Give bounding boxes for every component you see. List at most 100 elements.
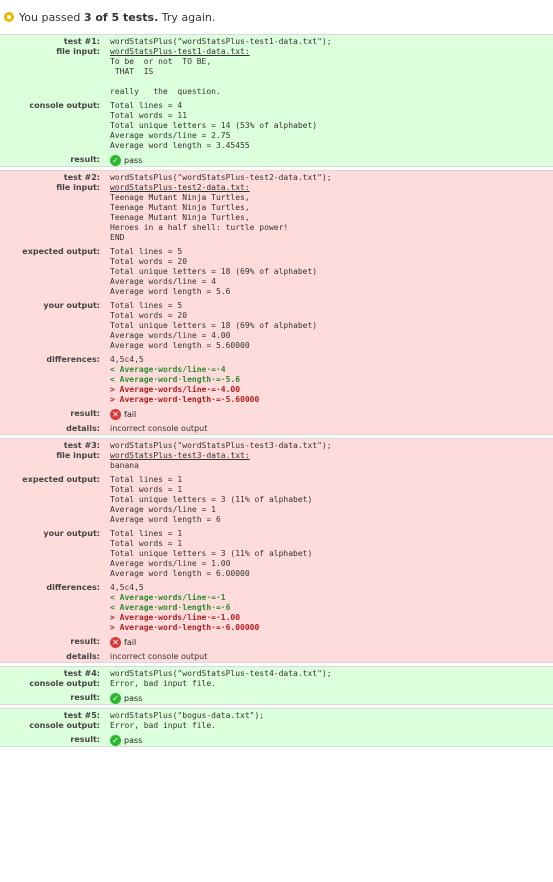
diff-header: 4,5c4,5 xyxy=(110,355,144,364)
test-row: expected output: Total lines = 5 Total wo… xyxy=(0,247,553,297)
test-call: wordStatsPlus("wordStatsPlus-test1-data.… xyxy=(110,37,332,46)
row-value: Total lines = 5 Total words = 20 Total u… xyxy=(110,247,553,297)
file-name-link[interactable]: wordStatsPlus-test2-data.txt: xyxy=(110,183,553,193)
row-value: wordStatsPlus("wordStatsPlus-test1-data.… xyxy=(110,37,553,47)
diff-line-expected: < Average·words/line·=·1 xyxy=(110,593,226,602)
row-value: incorrect console output xyxy=(110,424,553,434)
file-content: Teenage Mutant Ninja Turtles, Teenage Mu… xyxy=(110,193,289,242)
diff-line-expected: < Average·word·length·=·5.6 xyxy=(110,375,241,384)
file-name-link[interactable]: wordStatsPlus-test3-data.txt: xyxy=(110,451,553,461)
row-value: Total lines = 1 Total words = 1 Total un… xyxy=(110,529,553,579)
row-label: your output: xyxy=(43,301,100,310)
test-row: test #3: wordStatsPlus("wordStatsPlus-tes… xyxy=(0,441,553,451)
row-value: 4,5c4,5 < Average·words/line·=·4 < Average… xyxy=(110,355,553,405)
test-row: console output: Total lines = 4 Total wor… xyxy=(0,101,553,151)
test-call: wordStatsPlus("wordStatsPlus-test4-data.… xyxy=(110,669,332,678)
row-label: console output: xyxy=(29,679,100,688)
test-row: result: ✓ pass xyxy=(0,693,553,704)
test-row: console output: Error, bad input file. xyxy=(0,721,553,731)
row-label: expected output: xyxy=(22,475,100,484)
test-row: test #1: wordStatsPlus("wordStatsPlus-tes… xyxy=(0,37,553,47)
row-label: console output: xyxy=(29,101,100,110)
test-block-1: test #1: wordStatsPlus("wordStatsPlus-tes… xyxy=(0,34,553,167)
test-row: differences: 4,5c4,5 < Average·words/line·… xyxy=(0,583,553,633)
result-text: fail xyxy=(124,409,137,419)
test-call: wordStatsPlus("wordStatsPlus-test2-data.… xyxy=(110,173,332,182)
row-label: file input: xyxy=(56,47,100,56)
row-value: wordStatsPlus("wordStatsPlus-test4-data.… xyxy=(110,669,553,679)
test-row: console output: Error, bad input file. xyxy=(0,679,553,689)
row-label: test #4: xyxy=(63,669,100,678)
row-value: wordStatsPlus-test2-data.txt: Teenage Mut… xyxy=(110,183,553,243)
console-output: Total lines = 4 Total words = 11 Total u… xyxy=(110,101,318,150)
test-row: test #2: wordStatsPlus("wordStatsPlus-tes… xyxy=(0,173,553,183)
diff-line-actual: > Average·words/line·=·1.00 xyxy=(110,613,241,622)
row-value: ✓ pass xyxy=(110,155,553,166)
diff-header: 4,5c4,5 xyxy=(110,583,144,592)
test-call: wordStatsPlus("wordStatsPlus-test3-data.… xyxy=(110,441,332,450)
x-icon: ✕ xyxy=(110,637,121,648)
test-block-4: test #4: wordStatsPlus("wordStatsPlus-tes… xyxy=(0,666,553,705)
summary-count: 3 of 5 tests. xyxy=(83,11,159,24)
row-value: Total lines = 5 Total words = 20 Total u… xyxy=(110,301,553,351)
expected-output: Total lines = 1 Total words = 1 Total un… xyxy=(110,475,313,524)
expected-output: Total lines = 5 Total words = 20 Total u… xyxy=(110,247,318,296)
row-label: console output: xyxy=(29,721,100,730)
warning-circle-icon xyxy=(4,12,14,22)
row-label: differences: xyxy=(46,583,100,592)
row-value: ✕ fail xyxy=(110,409,553,420)
file-content: To be or not TO BE, THAT IS really the q… xyxy=(110,57,221,96)
row-label: test #2: xyxy=(63,173,100,182)
file-content: banana xyxy=(110,461,139,470)
test-row: result: ✓ pass xyxy=(0,155,553,166)
row-value: Error, bad input file. xyxy=(110,679,553,689)
row-value: wordStatsPlus-test3-data.txt: banana xyxy=(110,451,553,471)
row-value: incorrect console output xyxy=(110,652,553,662)
row-label: result: xyxy=(70,735,100,744)
row-label: result: xyxy=(70,693,100,702)
test-call: wordStatsPlus("bogus-data.txt"); xyxy=(110,711,265,720)
your-output: Total lines = 5 Total words = 20 Total u… xyxy=(110,301,318,350)
diff-line-actual: > Average·words/line·=·4.00 xyxy=(110,385,241,394)
check-icon: ✓ xyxy=(110,155,121,166)
row-label: test #5: xyxy=(63,711,100,720)
x-icon: ✕ xyxy=(110,409,121,420)
test-row: file input: wordStatsPlus-test1-data.txt:… xyxy=(0,47,553,97)
test-row: details: incorrect console output xyxy=(0,652,553,662)
test-row: differences: 4,5c4,5 < Average·words/line·… xyxy=(0,355,553,405)
result-text: pass xyxy=(124,735,143,745)
details-text: incorrect console output xyxy=(110,652,208,661)
summary-prefix: You passed xyxy=(19,11,84,24)
diff-line-expected: < Average·word·length·=·6 xyxy=(110,603,231,612)
test-row: result: ✕ fail xyxy=(0,409,553,420)
result-text: pass xyxy=(124,693,143,703)
row-label: your output: xyxy=(43,529,100,538)
check-icon: ✓ xyxy=(110,735,121,746)
row-value: Total lines = 4 Total words = 11 Total u… xyxy=(110,101,553,151)
file-name-link[interactable]: wordStatsPlus-test1-data.txt: xyxy=(110,47,553,57)
diff-line-actual: > Average·word·length·=·5.60000 xyxy=(110,395,260,404)
result-text: pass xyxy=(124,155,143,165)
row-value: Error, bad input file. xyxy=(110,721,553,731)
test-row: your output: Total lines = 1 Total words … xyxy=(0,529,553,579)
check-icon: ✓ xyxy=(110,693,121,704)
test-row: test #4: wordStatsPlus("wordStatsPlus-tes… xyxy=(0,669,553,679)
test-row: details: incorrect console output xyxy=(0,424,553,434)
row-label: details: xyxy=(66,652,100,661)
row-value: 4,5c4,5 < Average·words/line·=·1 < Average… xyxy=(110,583,553,633)
test-results-list: test #1: wordStatsPlus("wordStatsPlus-tes… xyxy=(0,34,553,747)
row-label: details: xyxy=(66,424,100,433)
test-block-3: test #3: wordStatsPlus("wordStatsPlus-tes… xyxy=(0,438,553,663)
summary-suffix: Try again. xyxy=(158,11,216,24)
test-row: result: ✓ pass xyxy=(0,735,553,746)
test-row: file input: wordStatsPlus-test2-data.txt:… xyxy=(0,183,553,243)
test-row: expected output: Total lines = 1 Total wo… xyxy=(0,475,553,525)
row-label: test #1: xyxy=(63,37,100,46)
row-value: wordStatsPlus("wordStatsPlus-test3-data.… xyxy=(110,441,553,451)
row-value: ✕ fail xyxy=(110,637,553,648)
row-label: result: xyxy=(70,155,100,164)
row-value: ✓ pass xyxy=(110,693,553,704)
console-output: Error, bad input file. xyxy=(110,679,216,688)
details-text: incorrect console output xyxy=(110,424,208,433)
row-label: file input: xyxy=(56,451,100,460)
